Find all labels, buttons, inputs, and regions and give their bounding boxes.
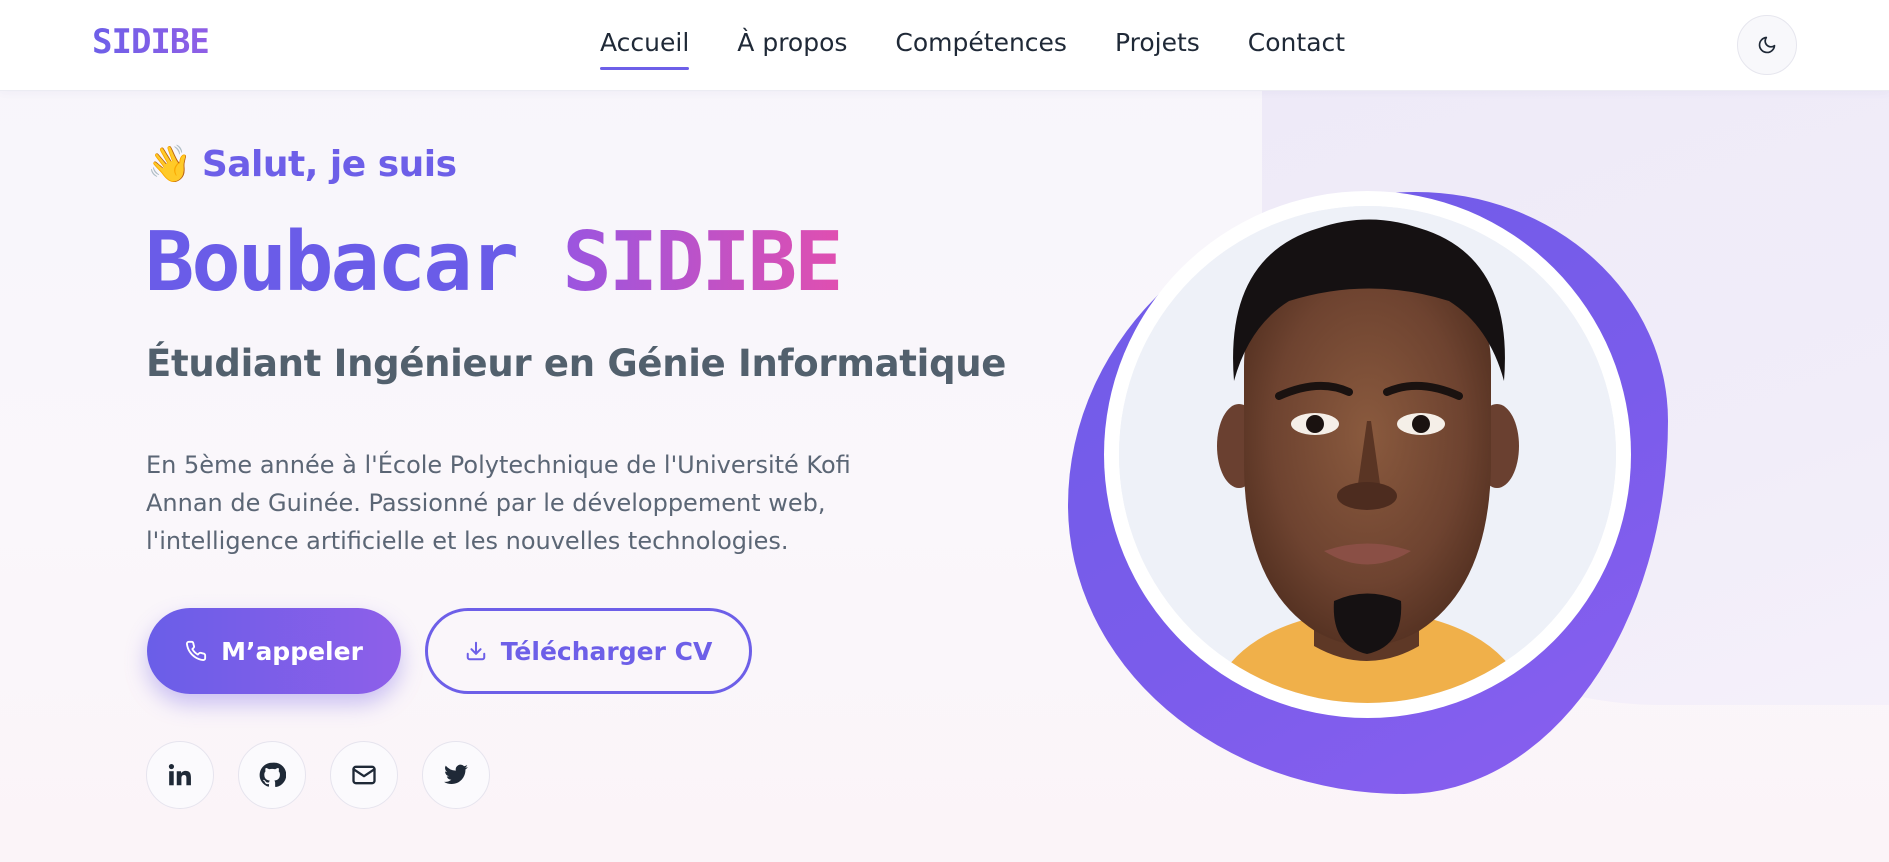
brand-logo[interactable]: SIDIBE xyxy=(92,22,210,62)
main-nav: Accueil À propos Compétences Projets Con… xyxy=(600,28,1393,70)
twitter-link[interactable] xyxy=(422,741,490,809)
portrait-illustration xyxy=(1119,206,1616,703)
github-link[interactable] xyxy=(238,741,306,809)
linkedin-link[interactable] xyxy=(146,741,214,809)
nav-item-competences[interactable]: Compétences xyxy=(895,28,1067,57)
nav-item-a-propos[interactable]: À propos xyxy=(737,28,847,57)
profile-photo xyxy=(1119,206,1616,703)
nav-item-accueil[interactable]: Accueil xyxy=(600,28,690,70)
wave-emoji: 👋 xyxy=(147,144,192,185)
hero-description: En 5ème année à l'École Polytechnique de… xyxy=(146,451,851,555)
call-button-label: M’appeler xyxy=(221,636,363,666)
hero-role: Étudiant Ingénieur en Génie Informatique xyxy=(146,342,1007,385)
call-button[interactable]: M’appeler xyxy=(147,608,401,694)
linkedin-icon xyxy=(168,763,191,786)
twitter-icon xyxy=(444,764,468,784)
github-icon xyxy=(259,762,286,788)
download-cv-label: Télécharger CV xyxy=(500,636,713,666)
mail-icon xyxy=(352,765,376,785)
page: SIDIBE Accueil À propos Compétences Proj… xyxy=(0,0,1889,862)
social-links xyxy=(146,741,514,809)
email-link[interactable] xyxy=(330,741,398,809)
download-cv-button[interactable]: Télécharger CV xyxy=(425,608,752,694)
moon-icon xyxy=(1758,36,1776,54)
phone-icon xyxy=(186,640,207,661)
nav-item-contact[interactable]: Contact xyxy=(1248,28,1345,57)
theme-toggle-button[interactable] xyxy=(1737,15,1797,75)
nav-item-projets[interactable]: Projets xyxy=(1115,28,1200,57)
greeting-text: Salut, je suis xyxy=(201,143,457,185)
hero-name: Boubacar SIDIBE xyxy=(145,222,844,304)
first-name: Boubacar xyxy=(145,215,519,310)
greeting: 👋 Salut, je suis xyxy=(147,143,457,186)
last-name: SIDIBE xyxy=(562,215,843,310)
navbar: SIDIBE Accueil À propos Compétences Proj… xyxy=(0,0,1889,91)
profile-photo-frame xyxy=(1104,191,1631,718)
download-icon xyxy=(466,641,485,661)
